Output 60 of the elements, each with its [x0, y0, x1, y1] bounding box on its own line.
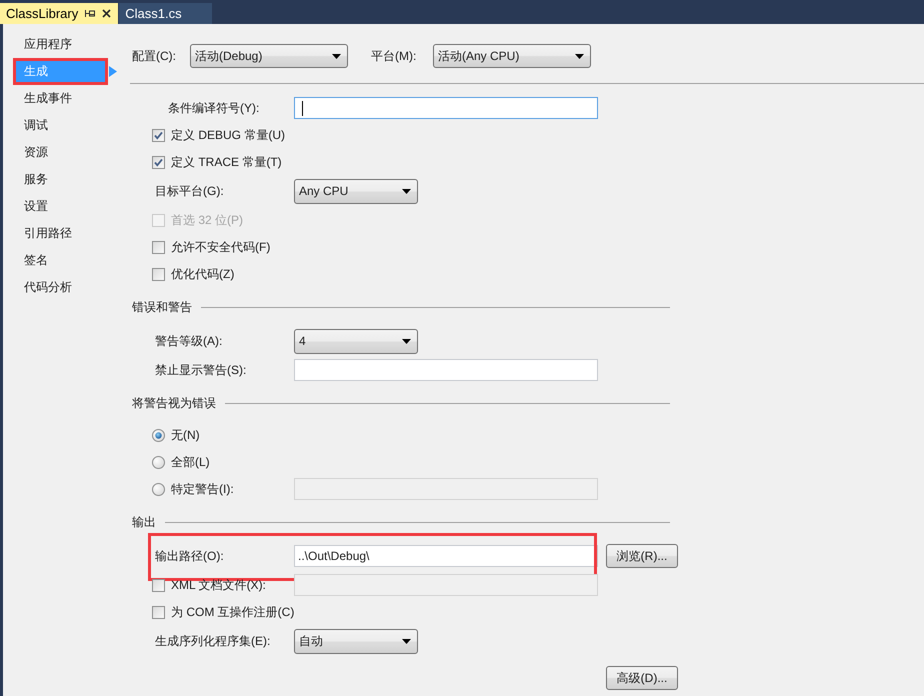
- text-field[interactable]: [294, 359, 598, 381]
- sidebar-item[interactable]: 签名: [13, 246, 108, 274]
- advanced-button[interactable]: 高级(D)...: [606, 666, 678, 690]
- field-label: 目标平台(G):: [154, 182, 225, 200]
- caret-icon: [575, 54, 584, 58]
- field-label: 条件编译符号(Y):: [167, 100, 260, 116]
- section-title: 错误和警告: [132, 299, 192, 316]
- checkbox[interactable]: [152, 606, 165, 618]
- checkbox-label: 首选 32 位(P): [171, 212, 244, 228]
- radio-button[interactable]: [152, 428, 165, 442]
- sidebar-item[interactable]: 生成事件: [13, 84, 108, 112]
- checkbox[interactable]: [152, 128, 165, 142]
- checkbox-label: XML 文档文件(X):: [171, 576, 266, 594]
- field-label: 生成序列化程序集(E):: [154, 632, 272, 650]
- checkbox[interactable]: [152, 578, 165, 592]
- field-label: 平台(M):: [370, 48, 418, 64]
- caret-icon: [332, 54, 341, 58]
- sidebar-item[interactable]: 调试: [13, 112, 108, 138]
- tab[interactable]: Class1.cs: [119, 3, 212, 24]
- dropdown[interactable]: Any CPU: [294, 178, 418, 204]
- sidebar-item[interactable]: 资源: [13, 138, 108, 166]
- sidebar-item[interactable]: 应用程序: [13, 30, 108, 58]
- section-title: 将警告视为错误: [132, 395, 216, 412]
- section-title: 输出: [132, 514, 156, 531]
- checkbox[interactable]: [152, 156, 165, 168]
- checkbox[interactable]: [152, 240, 165, 254]
- sidebar-item[interactable]: 设置: [13, 192, 108, 220]
- tab[interactable]: ClassLibrary: [0, 3, 118, 24]
- sidebar-item[interactable]: 引用路径: [13, 220, 108, 246]
- sidebar-item[interactable]: 服务: [13, 166, 108, 192]
- text-cursor-icon: [302, 100, 303, 116]
- radio-label: 无(N): [171, 426, 200, 444]
- text-field[interactable]: ..\Out\Debug\: [294, 545, 598, 567]
- text-field[interactable]: [294, 97, 598, 119]
- checkbox-label: 定义 TRACE 常量(T): [171, 154, 282, 170]
- dropdown[interactable]: 活动(Any CPU): [433, 44, 591, 68]
- browse-button[interactable]: 浏览(R)...: [606, 544, 678, 568]
- checkbox-label: 允许不安全代码(F): [171, 238, 270, 256]
- dropdown[interactable]: 活动(Debug): [190, 44, 348, 68]
- sidebar-item[interactable]: 代码分析: [13, 274, 108, 300]
- field-label: 禁止显示警告(S):: [154, 362, 248, 378]
- radio-label: 全部(L): [171, 454, 210, 470]
- checkbox-label: 为 COM 互操作注册(C): [171, 604, 294, 620]
- field-label: 配置(C):: [132, 48, 177, 64]
- radio-button[interactable]: [152, 456, 165, 468]
- field-label: 输出路径(O):: [154, 548, 225, 564]
- field-label: 警告等级(A):: [154, 332, 224, 350]
- radio-label: 特定警告(I):: [171, 480, 234, 498]
- close-icon[interactable]: [102, 9, 112, 18]
- caret-icon: [402, 338, 411, 344]
- dropdown[interactable]: 4: [294, 328, 418, 354]
- checkbox-label: 优化代码(Z): [171, 266, 234, 282]
- radio-button[interactable]: [152, 482, 165, 496]
- dropdown[interactable]: 自动: [294, 628, 418, 654]
- pin-icon[interactable]: [85, 9, 96, 18]
- checkbox[interactable]: [152, 268, 165, 280]
- selection-arrow-icon: [109, 66, 117, 76]
- checkbox-label: 定义 DEBUG 常量(U): [171, 126, 285, 144]
- caret-icon: [402, 638, 411, 644]
- caret-icon: [402, 188, 411, 194]
